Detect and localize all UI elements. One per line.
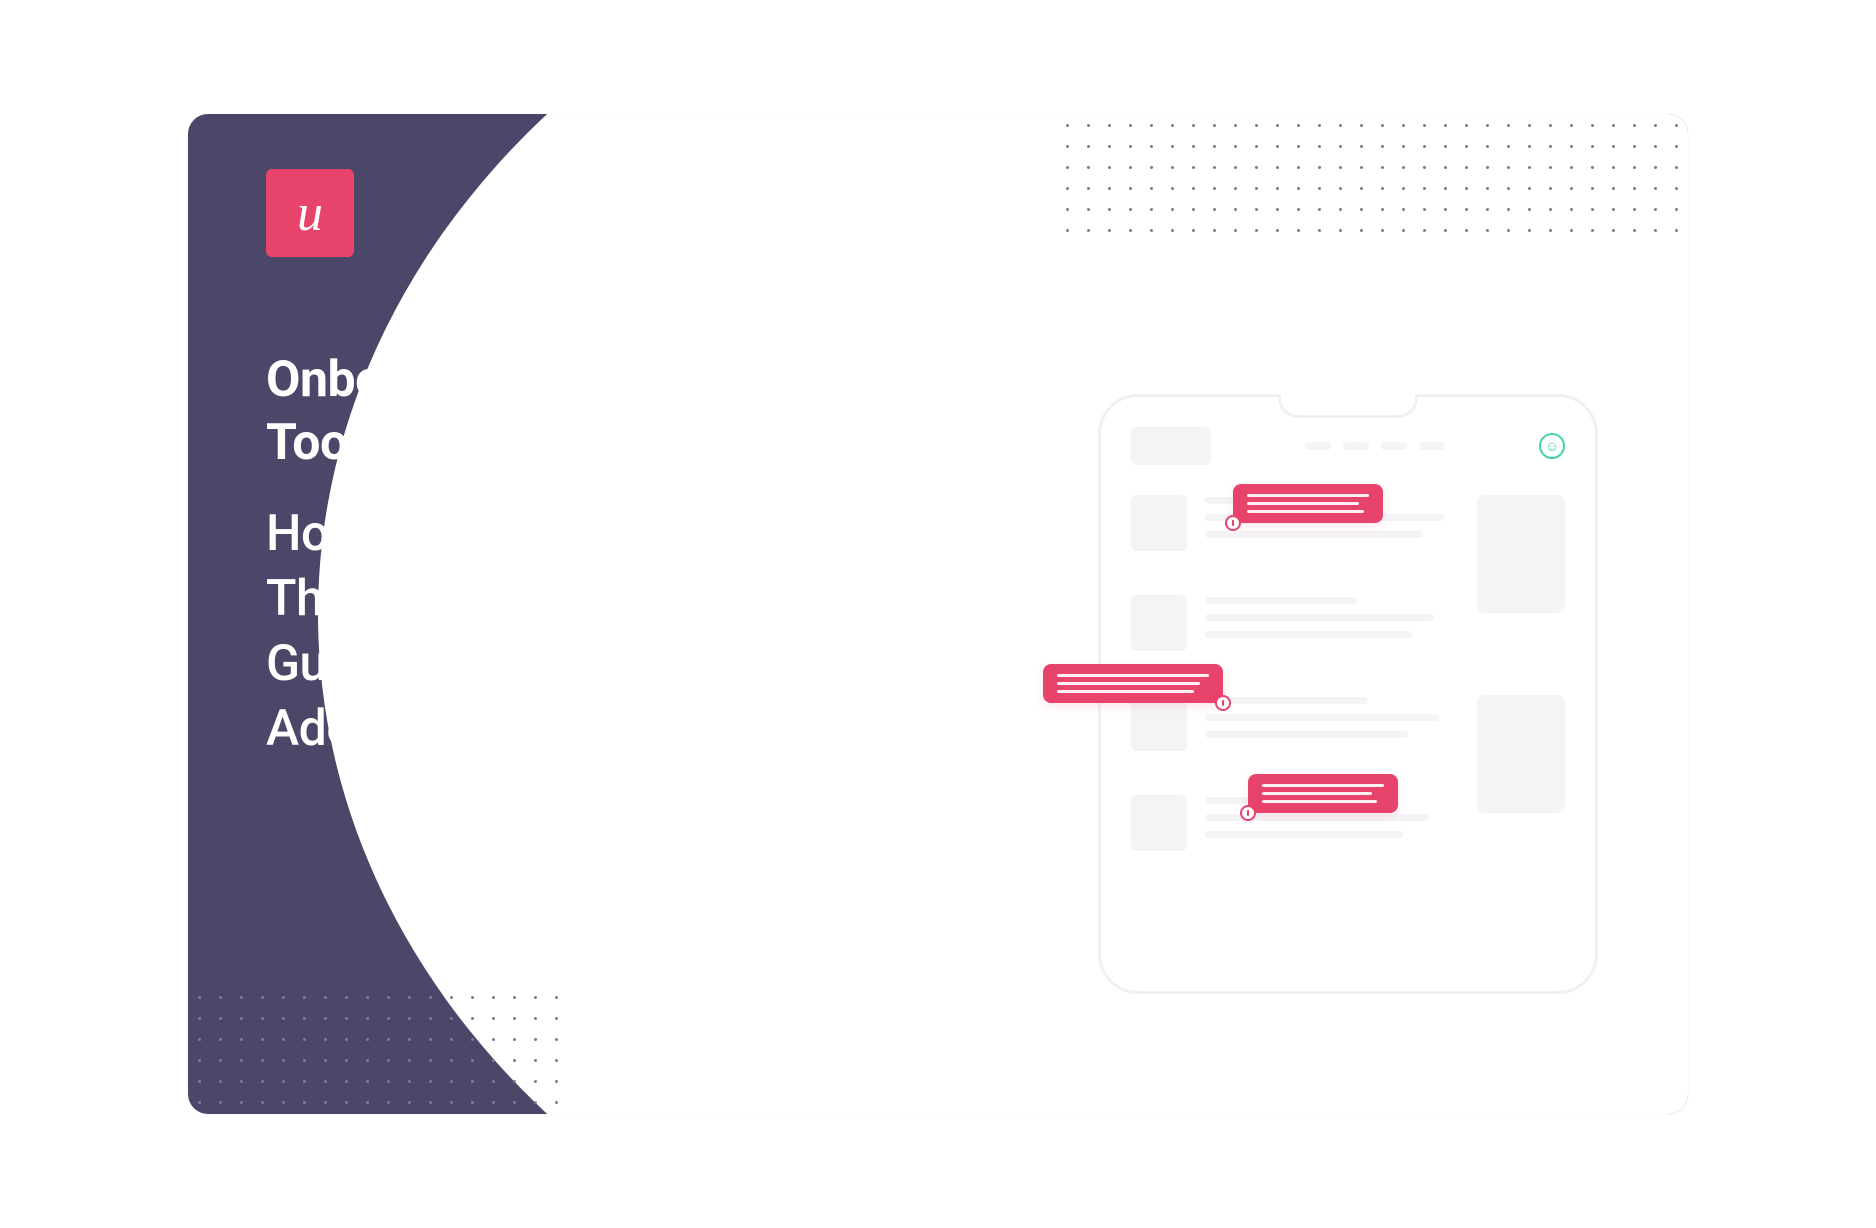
info-icon <box>1240 805 1256 821</box>
headline-title: Onboarding Tooltips for SaaS: <box>266 349 695 474</box>
text-lines-placeholder <box>1205 595 1459 638</box>
dot-grid-top-right <box>1066 124 1678 232</box>
info-icon <box>1215 695 1231 711</box>
side-card-placeholder <box>1477 695 1565 813</box>
side-card-placeholder <box>1477 495 1565 613</box>
sub-line-4: Adopt Your Product <box>266 700 695 758</box>
title-line-1: Onboarding <box>266 351 522 409</box>
mock-list-item <box>1131 695 1459 751</box>
info-icon <box>1225 515 1241 531</box>
tooltip-callout-3 <box>1248 774 1398 813</box>
mock-logo-placeholder <box>1131 427 1211 465</box>
mock-list-item <box>1131 595 1459 651</box>
hero-banner: u Onboarding Tooltips for SaaS: How to B… <box>188 114 1688 1114</box>
thumbnail-placeholder <box>1131 495 1187 551</box>
tooltip-callout-2 <box>1043 664 1223 703</box>
sub-line-1: How to Best Use <box>266 505 627 563</box>
mock-nav-placeholder <box>1305 442 1445 450</box>
headline: Onboarding Tooltips for SaaS: How to Bes… <box>266 349 695 762</box>
brand-logo: u <box>266 169 354 257</box>
headline-subtitle: How to Best Use This UI Pattern to Guide… <box>266 502 695 762</box>
device-notch <box>1278 394 1418 418</box>
smiley-glyph: ☺ <box>1545 438 1559 455</box>
sub-line-2: This UI Pattern to <box>266 570 647 628</box>
tooltip-callout-1 <box>1233 484 1383 523</box>
title-line-2: Tooltips for SaaS: <box>266 414 656 472</box>
sub-line-3: Guide Users to <box>266 635 587 693</box>
thumbnail-placeholder <box>1131 595 1187 651</box>
text-lines-placeholder <box>1205 695 1459 738</box>
dot-grid-bottom-left <box>198 996 558 1104</box>
brand-logo-letter: u <box>297 184 323 243</box>
mock-header: ☺ <box>1131 427 1565 465</box>
thumbnail-placeholder <box>1131 695 1187 751</box>
thumbnail-placeholder <box>1131 795 1187 851</box>
smiley-icon: ☺ <box>1539 433 1565 459</box>
